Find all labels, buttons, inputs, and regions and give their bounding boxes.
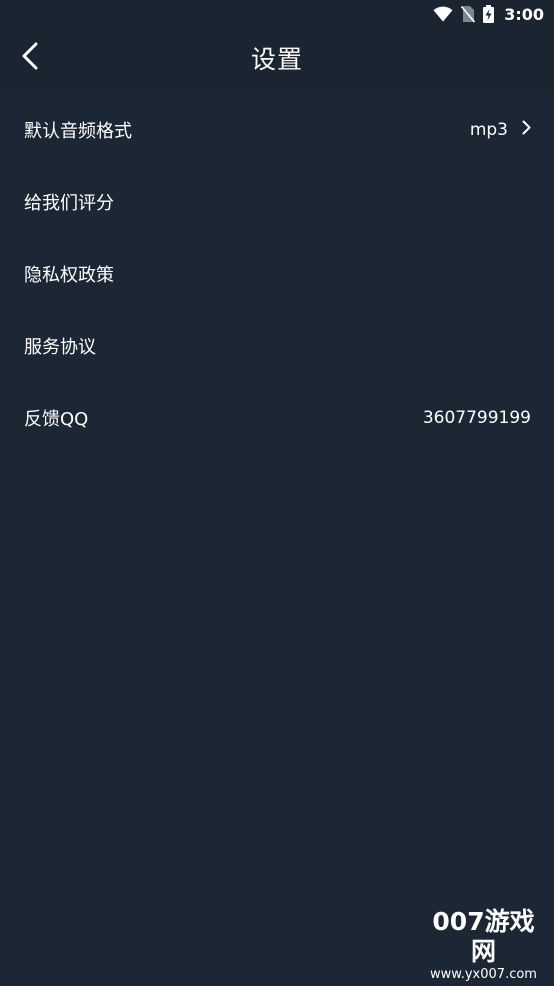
setting-service-agreement[interactable]: 服务协议 xyxy=(0,310,554,382)
audio-format-value: mp3 xyxy=(469,120,508,140)
setting-rate-us[interactable]: 给我们评分 xyxy=(0,166,554,238)
page-title: 设置 xyxy=(250,45,303,74)
status-icons: 3:00 xyxy=(433,3,544,25)
watermark: 007游戏网 www.yx007.com xyxy=(421,907,546,982)
watermark-sub: www.yx007.com xyxy=(430,967,537,982)
wifi-icon xyxy=(433,6,453,22)
watermark-main: 007游戏网 xyxy=(432,907,535,966)
setting-label: 给我们评分 xyxy=(24,193,114,214)
app-bar: 设置 xyxy=(0,28,554,94)
setting-default-audio-format[interactable]: 默认音频格式 mp3 xyxy=(0,94,554,166)
battery-charging-icon xyxy=(483,5,495,23)
setting-value: mp3 xyxy=(470,120,531,140)
setting-feedback-qq[interactable]: 反馈QQ 3607799199 xyxy=(0,382,554,454)
setting-label: 反馈QQ xyxy=(24,409,89,430)
settings-list: 默认音频格式 mp3 给我们评分 隐私权政策 服务协议 反馈QQ 3607799… xyxy=(0,94,554,454)
status-bar: 3:00 xyxy=(0,0,554,28)
feedback-qq-value: 3607799199 xyxy=(422,408,531,428)
setting-label: 隐私权政策 xyxy=(24,265,114,286)
chevron-right-icon xyxy=(508,120,531,140)
setting-label: 默认音频格式 xyxy=(24,121,132,142)
setting-label: 服务协议 xyxy=(24,337,96,358)
no-sim-icon xyxy=(461,5,476,23)
setting-privacy-policy[interactable]: 隐私权政策 xyxy=(0,238,554,310)
status-time: 3:00 xyxy=(504,4,544,24)
